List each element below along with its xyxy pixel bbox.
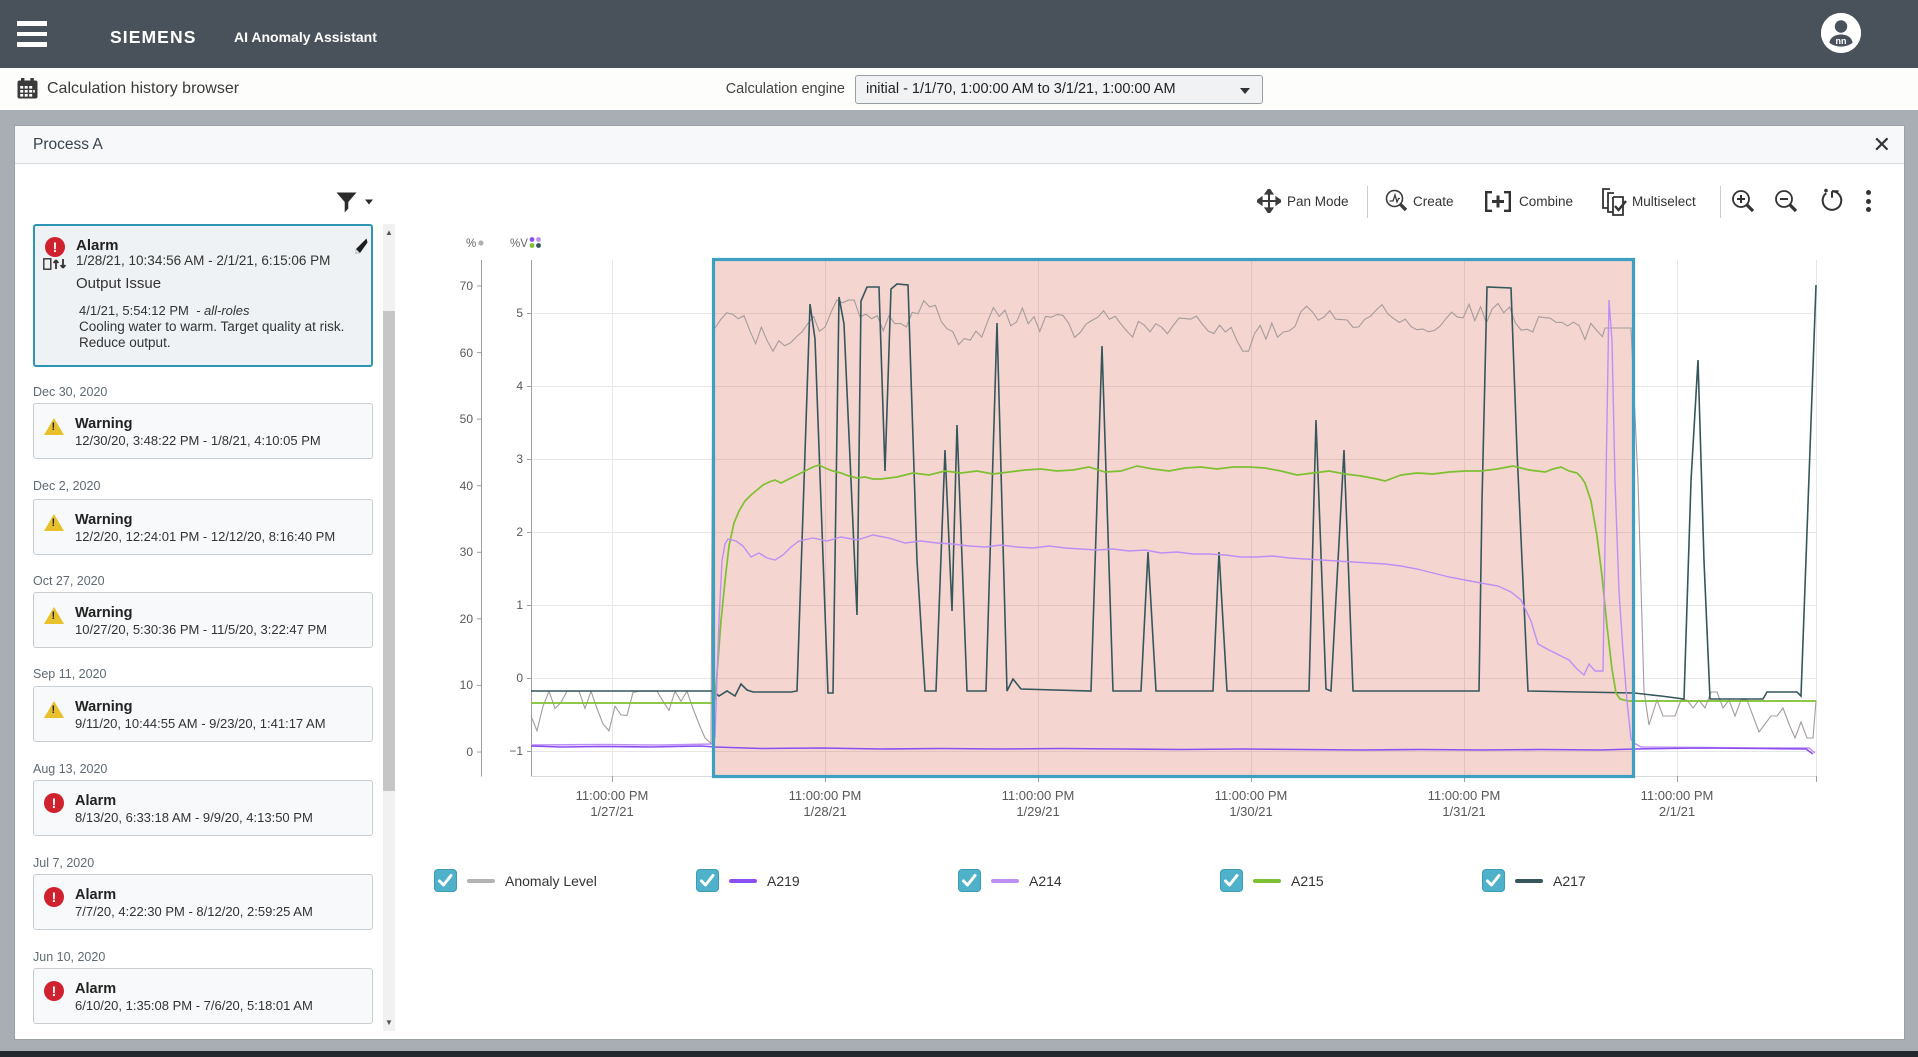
- svg-text:40: 40: [460, 479, 474, 493]
- svg-text:5: 5: [516, 306, 523, 320]
- svg-text:0: 0: [466, 745, 473, 759]
- svg-text:30: 30: [460, 545, 474, 559]
- svg-text:nn: nn: [1836, 36, 1847, 46]
- svg-text:1: 1: [516, 598, 523, 612]
- svg-text:1/27/21: 1/27/21: [590, 804, 633, 819]
- svg-text:11:00:00 PM: 11:00:00 PM: [1641, 788, 1714, 803]
- svg-text:50: 50: [460, 412, 474, 426]
- svg-text:1/30/21: 1/30/21: [1229, 804, 1272, 819]
- svg-text:70: 70: [460, 279, 474, 293]
- svg-text:2/1/21: 2/1/21: [1659, 804, 1695, 819]
- svg-text:2: 2: [516, 525, 523, 539]
- svg-text:0: 0: [516, 671, 523, 685]
- svg-text:11:00:00 PM: 11:00:00 PM: [789, 788, 862, 803]
- svg-text:11:00:00 PM: 11:00:00 PM: [1002, 788, 1075, 803]
- svg-text:−1: −1: [509, 744, 523, 758]
- svg-text:%: %: [466, 238, 476, 250]
- svg-text:1/28/21: 1/28/21: [803, 804, 846, 819]
- svg-text:11:00:00 PM: 11:00:00 PM: [1215, 788, 1288, 803]
- svg-text:11:00:00 PM: 11:00:00 PM: [576, 788, 649, 803]
- svg-text:%V: %V: [510, 238, 528, 250]
- svg-text:20: 20: [460, 612, 474, 626]
- svg-text:4: 4: [516, 379, 523, 393]
- svg-text:1/29/21: 1/29/21: [1016, 804, 1059, 819]
- svg-text:10: 10: [460, 678, 474, 692]
- svg-text:60: 60: [460, 346, 474, 360]
- svg-text:1/31/21: 1/31/21: [1442, 804, 1485, 819]
- svg-text:3: 3: [516, 452, 523, 466]
- svg-text:11:00:00 PM: 11:00:00 PM: [1428, 788, 1501, 803]
